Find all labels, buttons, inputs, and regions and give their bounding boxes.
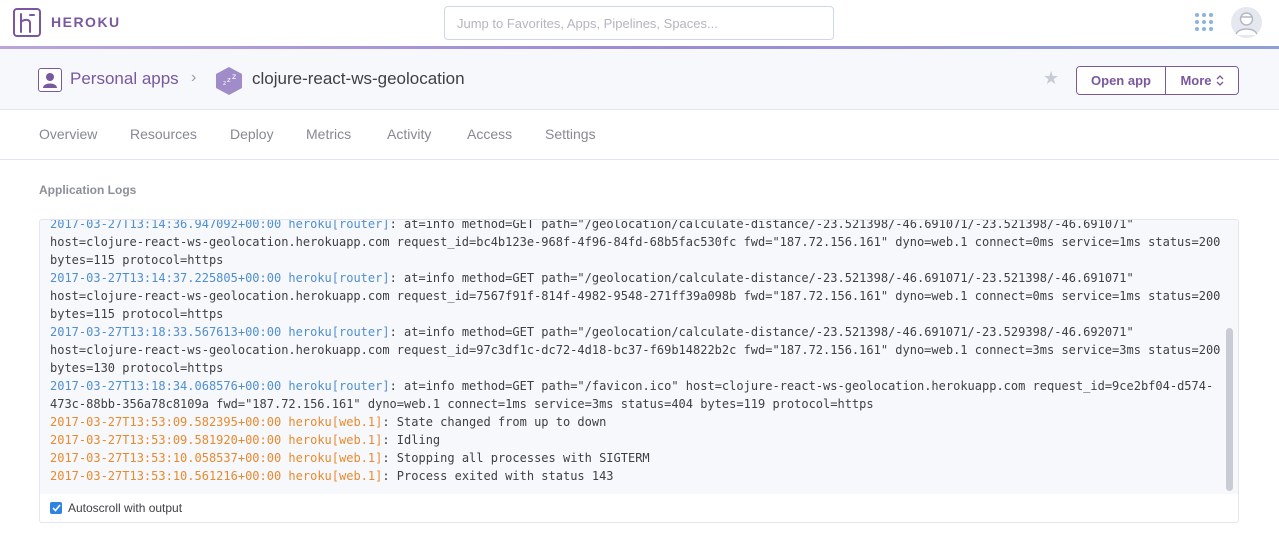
log-source: 2017-03-27T13:53:09.581920+00:00 — [50, 433, 282, 447]
tab-resources[interactable]: Resources — [130, 126, 197, 142]
log-message: Process exited with status 143 — [396, 469, 614, 483]
autoscroll-label: Autoscroll with output — [68, 501, 183, 515]
tab-overview[interactable]: Overview — [39, 126, 97, 142]
svg-text:z: z — [223, 80, 226, 87]
check-icon — [51, 504, 61, 512]
log-source-name: heroku[web.1] — [288, 433, 383, 447]
favorite-star-icon[interactable]: ★ — [1043, 68, 1059, 89]
log-message: Stopping all processes with SIGTERM — [396, 451, 650, 465]
log-source: 2017-03-27T13:14:36.947092+00:00 — [50, 220, 282, 231]
log-source: 2017-03-27T13:18:34.068576+00:00 — [50, 379, 282, 393]
log-source-name: heroku[router] — [288, 220, 390, 231]
person-icon — [38, 68, 62, 92]
log-source-name: heroku[web.1] — [288, 469, 383, 483]
svg-text:z: z — [227, 76, 231, 84]
log-source: 2017-03-27T13:53:09.582395+00:00 — [50, 415, 282, 429]
breadcrumb-app-name: clojure-react-ws-geolocation — [252, 69, 465, 88]
open-app-button[interactable]: Open app — [1077, 67, 1166, 94]
tab-deploy[interactable]: Deploy — [230, 126, 274, 142]
svg-text:z: z — [232, 72, 236, 81]
log-line: 2017-03-27T13:53:09.582395+00:00 heroku[… — [50, 415, 607, 429]
log-source-name: heroku[router] — [288, 271, 390, 285]
log-source: 2017-03-27T13:14:37.225805+00:00 — [50, 271, 282, 285]
log-source: 2017-03-27T13:18:33.567613+00:00 — [50, 325, 282, 339]
autoscroll-checkbox[interactable] — [50, 502, 62, 514]
log-output[interactable]: 2017-03-27T13:14:36.947092+00:00 heroku[… — [40, 220, 1238, 494]
scrollbar[interactable] — [1226, 328, 1233, 491]
log-lines: 2017-03-27T13:14:36.947092+00:00 heroku[… — [50, 220, 1224, 485]
more-label: More — [1180, 73, 1212, 88]
log-line: 2017-03-27T13:53:10.561216+00:00 heroku[… — [50, 469, 614, 483]
log-source: 2017-03-27T13:53:10.561216+00:00 — [50, 469, 282, 483]
heroku-logo-icon[interactable] — [13, 8, 41, 37]
log-message: Idling — [396, 433, 441, 447]
top-navbar: HEROKU — [0, 0, 1279, 47]
sleeping-hexagon-icon: z z z — [215, 66, 243, 101]
log-source-name: heroku[web.1] — [288, 415, 383, 429]
log-line: 2017-03-27T13:14:37.225805+00:00 heroku[… — [50, 271, 1228, 321]
breadcrumb-personal-apps[interactable]: Personal apps — [70, 69, 179, 89]
grid-icon[interactable] — [1195, 13, 1213, 31]
autoscroll-toggle[interactable]: Autoscroll with output — [50, 501, 182, 515]
tab-activity[interactable]: Activity — [387, 126, 431, 142]
tab-settings[interactable]: Settings — [545, 126, 596, 142]
log-line: 2017-03-27T13:53:09.581920+00:00 heroku[… — [50, 433, 441, 447]
log-line: 2017-03-27T13:53:10.058537+00:00 heroku[… — [50, 451, 650, 465]
log-line: 2017-03-27T13:18:33.567613+00:00 heroku[… — [50, 325, 1228, 375]
more-button[interactable]: More — [1166, 67, 1238, 94]
brand-name[interactable]: HEROKU — [51, 14, 121, 30]
search-input[interactable] — [444, 6, 834, 40]
tab-access[interactable]: Access — [467, 126, 512, 142]
log-source-name: heroku[web.1] — [288, 451, 383, 465]
chevron-updown-icon — [1216, 75, 1223, 86]
section-title: Application Logs — [39, 183, 137, 197]
log-panel: 2017-03-27T13:14:36.947092+00:00 heroku[… — [39, 219, 1239, 523]
tab-metrics[interactable]: Metrics — [306, 126, 351, 142]
log-line: 2017-03-27T13:14:36.947092+00:00 heroku[… — [50, 220, 1224, 269]
app-tabs: Overview Resources Deploy Metrics Activi… — [0, 110, 1279, 160]
log-source-name: heroku[router] — [288, 379, 390, 393]
app-actions: Open app More — [1076, 66, 1239, 95]
log-line: 2017-03-27T13:18:34.068576+00:00 heroku[… — [50, 379, 1214, 411]
app-header: Personal apps › z z z clojure-react-ws-g… — [0, 49, 1279, 110]
log-source-name: heroku[router] — [288, 325, 390, 339]
breadcrumb-separator-icon: › — [191, 69, 197, 86]
log-source: 2017-03-27T13:53:10.058537+00:00 — [50, 451, 282, 465]
log-message: State changed from up to down — [396, 415, 607, 429]
avatar[interactable] — [1231, 7, 1262, 38]
